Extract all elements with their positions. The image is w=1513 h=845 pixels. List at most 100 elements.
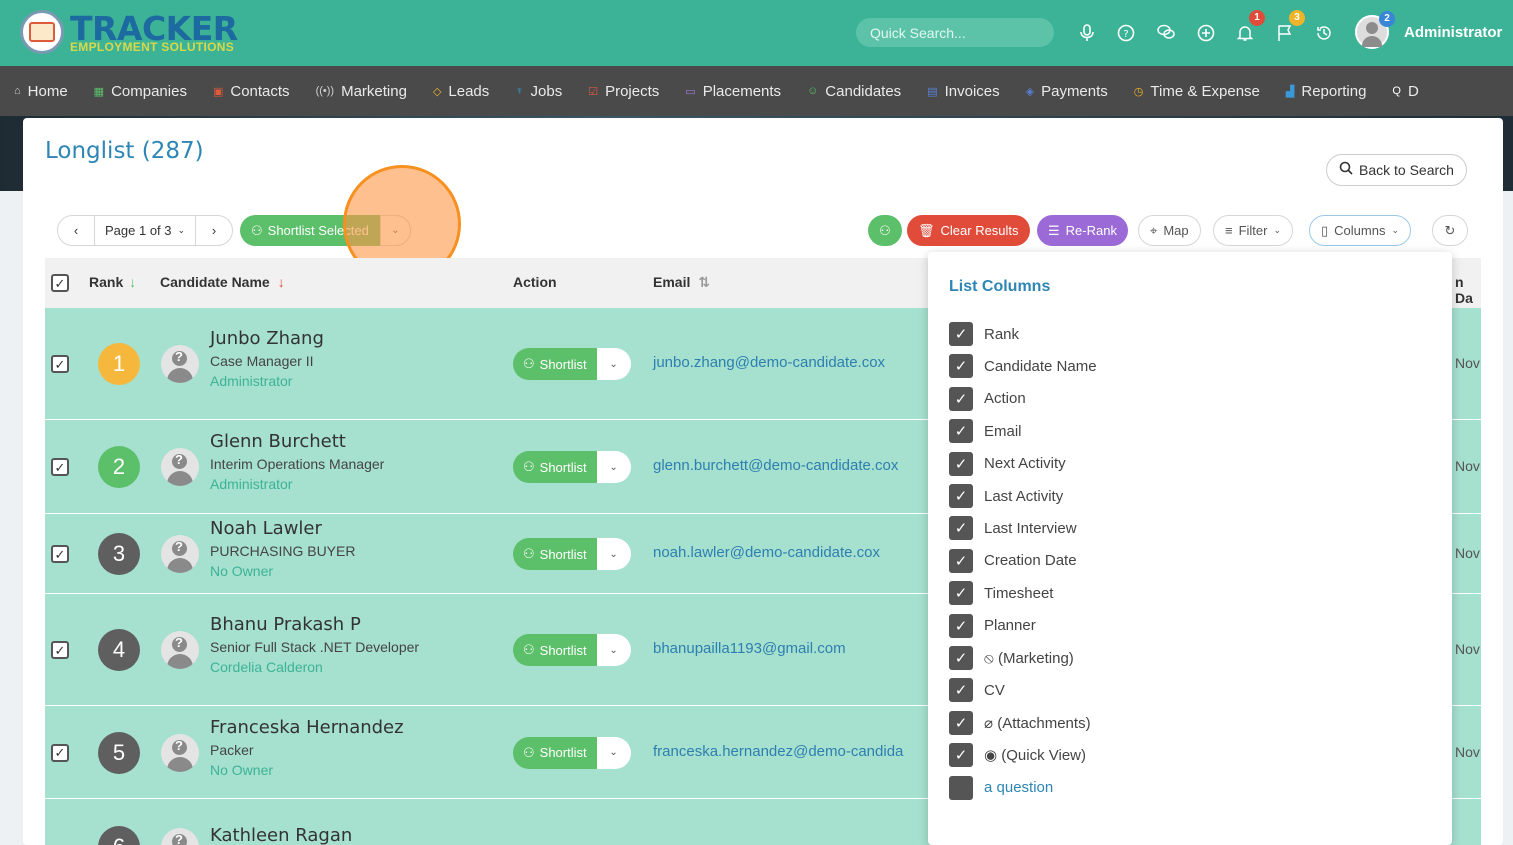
column-checkbox[interactable]: ✓ [949,710,973,735]
avatar[interactable]: ? [161,535,199,573]
nav-item-d[interactable]: QD [1392,83,1418,100]
shortlist-button[interactable]: ⚇ Shortlist ⌄ [513,634,631,666]
row-checkbox[interactable]: ✓ [51,641,69,659]
back-to-search-button[interactable]: Back to Search [1326,154,1467,186]
next-page-button[interactable]: › [196,216,232,245]
candidate-name-link[interactable]: Bhanu Prakash P [210,614,361,635]
row-checkbox[interactable]: ✓ [51,458,69,476]
shortlist-options-toggle[interactable]: ⌄ [596,451,631,483]
column-option-last-interview[interactable]: ✓ Last Interview [949,516,1077,541]
filter-button[interactable]: ≡ Filter ⌄ [1213,215,1294,246]
row-checkbox[interactable]: ✓ [51,355,69,373]
candidate-owner[interactable]: No Owner [210,563,273,579]
map-button[interactable]: ⌖ Map [1138,215,1201,246]
column-checkbox[interactable]: ✓ [949,613,973,638]
column-option-cv[interactable]: ✓ CV [949,678,1005,703]
avatar[interactable]: ? [161,733,199,772]
column-checkbox[interactable]: ✓ [949,516,973,541]
nav-item-home[interactable]: ⌂ Home [14,83,68,100]
column-checkbox[interactable]: ✓ [949,484,973,508]
candidate-name-link[interactable]: Junbo Zhang [210,328,324,349]
page-select[interactable]: Page 1 of 3 ⌄ [94,216,197,245]
column-option-a-question[interactable]: ✓ a question [949,775,1053,800]
nav-item-marketing[interactable]: ((•)) Marketing [316,83,407,100]
nav-item-leads[interactable]: ◇ Leads [433,83,489,100]
avatar[interactable]: ? [161,345,199,383]
shortlist-options-toggle[interactable]: ⌄ [596,538,631,570]
column-option-quick-view[interactable]: ✓ ◉ (Quick View) [949,743,1086,768]
chat-icon[interactable] [1156,24,1176,44]
column-header-candidate-name[interactable]: Candidate Name ↓ [160,274,285,290]
candidate-name-link[interactable]: Kathleen Ragan [210,825,352,845]
nav-item-candidates[interactable]: ☺ Candidates [807,83,901,100]
nav-item-reporting[interactable]: ▟ Reporting [1286,83,1367,100]
shortlist-button[interactable]: ⚇ Shortlist ⌄ [513,348,631,380]
column-checkbox[interactable]: ✓ [949,775,973,800]
notifications-bell-icon[interactable]: 1 [1235,10,1265,44]
column-option-planner[interactable]: ✓ Planner [949,613,1036,638]
candidate-email-link[interactable]: franceska.hernandez@demo-candida [653,743,903,760]
column-option-attachments[interactable]: ✓ ⌀ (Attachments) [949,710,1091,735]
column-checkbox[interactable]: ✓ [949,678,973,703]
select-all-checkbox[interactable]: ✓ [51,274,69,292]
candidate-owner[interactable]: Administrator [210,476,292,492]
rerank-button[interactable]: ☰ Re-Rank [1037,215,1128,246]
candidate-name-link[interactable]: Glenn Burchett [210,431,346,452]
row-checkbox[interactable]: ✓ [51,743,69,762]
candidate-owner[interactable]: Administrator [210,373,292,389]
shortlist-button[interactable]: ⚇ Shortlist ⌄ [513,538,631,570]
flag-icon[interactable]: 3 [1275,10,1305,44]
column-checkbox[interactable]: ✓ [949,386,973,411]
column-option-action[interactable]: ✓ Action [949,386,1026,411]
history-icon[interactable] [1314,24,1334,44]
candidate-name-link[interactable]: Noah Lawler [210,518,322,539]
column-option-timesheet[interactable]: ✓ Timesheet [949,581,1053,606]
shortlist-options-toggle[interactable]: ⌄ [596,736,631,769]
nav-item-placements[interactable]: ▭ Placements [685,83,781,100]
shortlist-options-toggle[interactable]: ⌄ [596,348,631,380]
nav-item-contacts[interactable]: ▣ Contacts [213,83,290,100]
nav-item-time-expense[interactable]: ◷ Time & Expense [1134,83,1260,100]
candidate-owner[interactable]: Cordelia Calderon [210,659,323,675]
row-checkbox[interactable]: ✓ [51,545,69,563]
nav-item-companies[interactable]: ▦ Companies [94,83,187,100]
nav-item-payments[interactable]: ◈ Payments [1026,83,1108,100]
column-header-rank[interactable]: Rank ↓ [89,274,136,290]
avatar[interactable]: ? [161,631,199,669]
quick-search-input[interactable] [856,18,1054,47]
column-checkbox[interactable]: ✓ [949,646,973,670]
column-option-rank[interactable]: ✓ Rank [949,322,1019,346]
candidate-email-link[interactable]: glenn.burchett@demo-candidate.cox [653,457,898,474]
column-option-email[interactable]: ✓ Email [949,419,1022,444]
user-menu[interactable]: 2 Administrator [1355,11,1502,49]
candidate-email-link[interactable]: noah.lawler@demo-candidate.cox [653,544,880,561]
column-header-email[interactable]: Email ⇅ [653,274,710,291]
help-icon[interactable]: ? [1116,24,1136,44]
column-checkbox[interactable]: ✓ [949,581,973,606]
candidate-owner[interactable]: No Owner [210,762,273,778]
nav-item-jobs[interactable]: ♆ Jobs [515,83,562,100]
candidate-email-link[interactable]: junbo.zhang@demo-candidate.cox [653,354,885,371]
nav-item-invoices[interactable]: ▤ Invoices [927,83,999,100]
shortlist-button[interactable]: ⚇ Shortlist ⌄ [513,736,631,769]
candidate-email-link[interactable]: bhanupailla1193@gmail.com [653,640,846,657]
column-checkbox[interactable]: ✓ [949,548,973,573]
column-checkbox[interactable]: ✓ [949,743,973,768]
avatar[interactable]: ? [161,448,199,486]
column-checkbox[interactable]: ✓ [949,451,973,476]
shortlist-button[interactable]: ⚇ Shortlist ⌄ [513,451,631,483]
microphone-icon[interactable] [1077,24,1097,44]
column-option-marketing[interactable]: ✓ ⦸ (Marketing) [949,646,1074,670]
column-option-last-activity[interactable]: ✓ Last Activity [949,484,1063,508]
column-checkbox[interactable]: ✓ [949,354,973,379]
clear-results-button[interactable]: 🗑 Clear Results [907,215,1030,246]
nav-item-projects[interactable]: ☑ Projects [588,83,659,100]
shortlist-options-toggle[interactable]: ⌄ [596,634,631,666]
column-option-candidate-name[interactable]: ✓ Candidate Name [949,354,1097,379]
tracker-logo[interactable]: TRACKER EMPLOYMENT SOLUTIONS [20,10,238,54]
add-circle-icon[interactable] [1196,24,1216,44]
candidate-name-link[interactable]: Franceska Hernandez [210,717,404,738]
columns-button[interactable]: ▯ Columns ⌄ [1309,215,1411,246]
avatar[interactable]: ? [161,828,199,845]
refresh-button[interactable]: ↻ [1432,215,1468,246]
